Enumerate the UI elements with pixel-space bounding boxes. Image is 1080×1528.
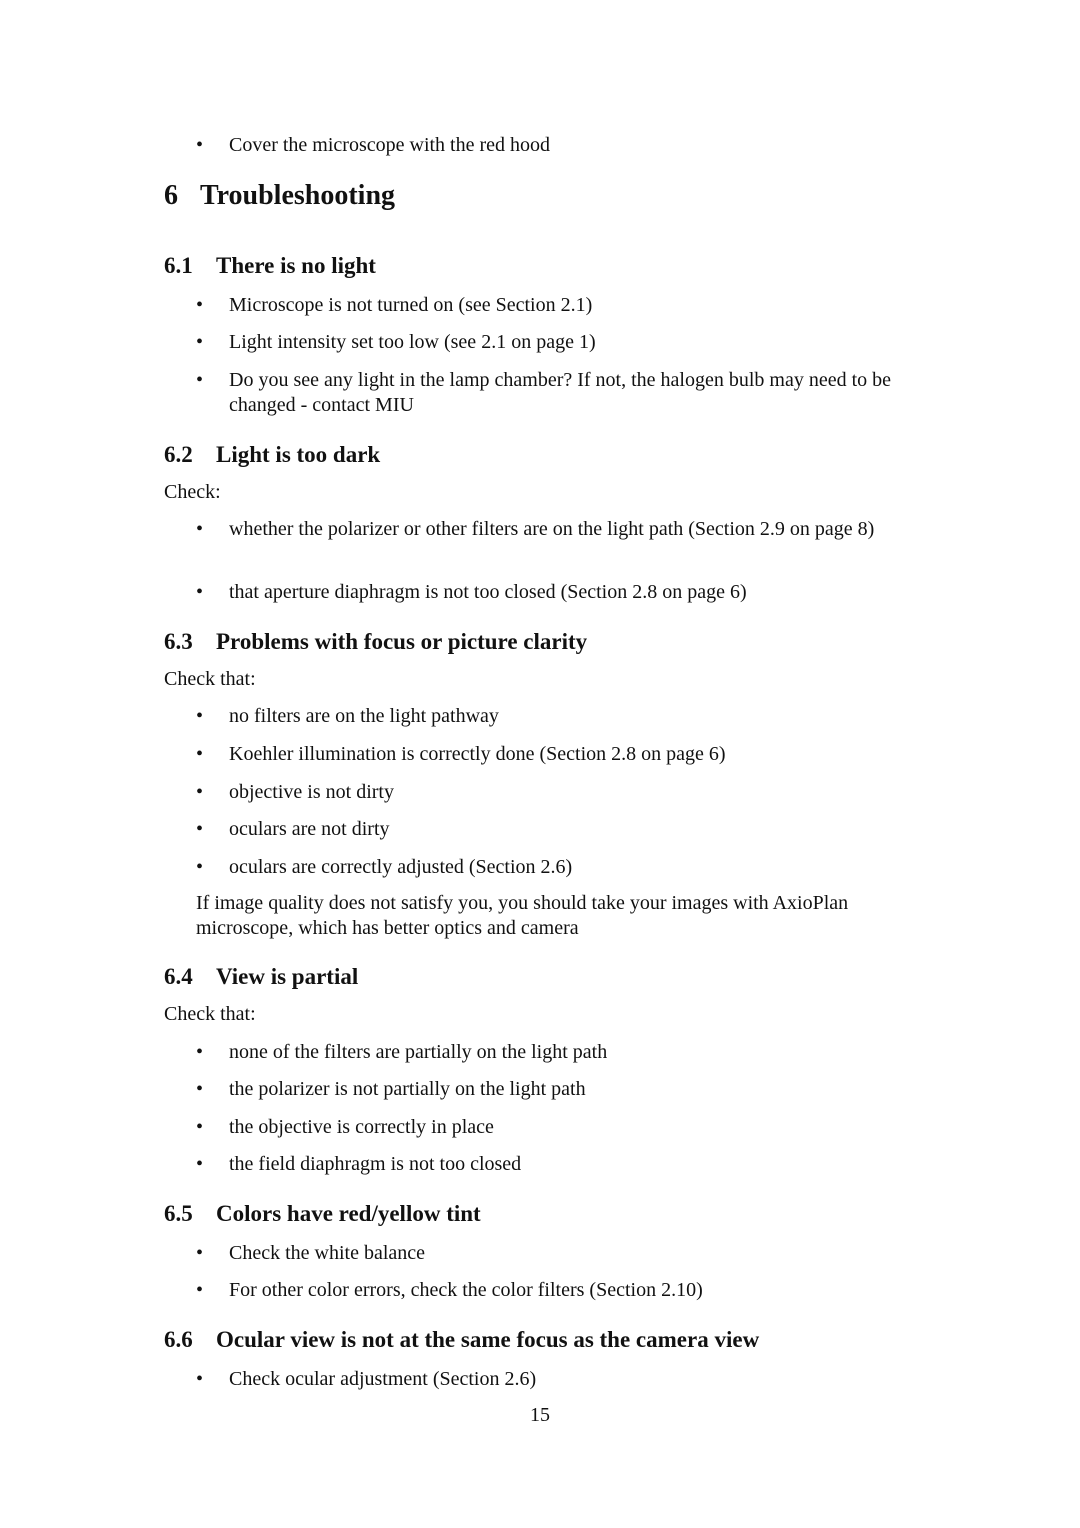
list-item-text: objective is not dirty xyxy=(229,781,394,803)
bullet-icon: • xyxy=(196,1153,204,1175)
list-item-text: Koehler illumination is correctly done (… xyxy=(229,743,726,765)
list-item-text: Cover the microscope with the red hood xyxy=(229,134,551,156)
section-heading: 6.3 Problems with focus or picture clarit… xyxy=(164,628,587,656)
section-heading: 6.1 There is no light xyxy=(164,252,376,280)
bullet-icon: • xyxy=(196,743,204,765)
bullet-icon: • xyxy=(196,705,204,727)
bullet-icon: • xyxy=(196,856,204,878)
chapter-heading: 6 Troubleshooting xyxy=(164,179,395,213)
section-number: 6.6 xyxy=(164,1327,193,1352)
section-note: If image quality does not satisfy you, y… xyxy=(196,892,849,939)
section-title: Problems with focus or picture clarity xyxy=(216,629,588,654)
list-item-text: none of the filters are partially on the… xyxy=(229,1041,608,1063)
bullet-icon: • xyxy=(196,331,204,353)
section-number: 6.4 xyxy=(164,964,193,989)
list-item-text: Check the white balance xyxy=(229,1242,426,1264)
section-title: Colors have red/yellow tint xyxy=(216,1201,481,1226)
bullet-icon: • xyxy=(196,581,204,603)
bullet-icon: • xyxy=(196,818,204,840)
list-item-text: oculars are correctly adjusted (Section … xyxy=(229,856,573,878)
list-item-text: whether the polarizer or other filters a… xyxy=(229,518,875,540)
bullet-icon: • xyxy=(196,1368,204,1390)
document-page: • Cover the microscope with the red hood… xyxy=(0,0,1080,1528)
section-heading: 6.6 Ocular view is not at the same focus … xyxy=(164,1326,759,1354)
bullet-icon: • xyxy=(196,781,204,803)
list-item-text: the field diaphragm is not too closed xyxy=(229,1153,522,1175)
list-item-text: Light intensity set too low (see 2.1 on … xyxy=(229,331,596,353)
bullet-icon: • xyxy=(196,518,204,540)
list-item-text: the polarizer is not partially on the li… xyxy=(229,1078,586,1100)
section-intro: Check that: xyxy=(164,1003,256,1025)
list-item-text: Microscope is not turned on (see Section… xyxy=(229,294,593,316)
section-title: View is partial xyxy=(216,964,359,989)
bullet-icon: • xyxy=(196,1078,204,1100)
section-title: Ocular view is not at the same focus as … xyxy=(216,1327,760,1352)
section-intro: Check that: xyxy=(164,668,256,690)
section-number: 6.2 xyxy=(164,442,193,467)
section-number: 6.1 xyxy=(164,253,193,278)
list-item-text: the objective is correctly in place xyxy=(229,1116,494,1138)
section-heading: 6.5 Colors have red/yellow tint xyxy=(164,1200,481,1228)
bullet-icon: • xyxy=(196,1116,204,1138)
list-item-text: oculars are not dirty xyxy=(229,818,390,840)
list-item-text: that aperture diaphragm is not too close… xyxy=(229,581,747,603)
bullet-icon: • xyxy=(196,1279,204,1301)
section-title: Light is too dark xyxy=(216,442,381,467)
chapter-title: Troubleshooting xyxy=(200,180,396,211)
bullet-icon: • xyxy=(196,1242,204,1264)
section-number: 6.3 xyxy=(164,629,193,654)
section-title: There is no light xyxy=(216,253,376,278)
list-item-text: no filters are on the light pathway xyxy=(229,705,499,727)
section-heading: 6.2 Light is too dark xyxy=(164,441,380,469)
section-number: 6.5 xyxy=(164,1201,193,1226)
bullet-icon: • xyxy=(196,369,204,391)
list-item-text: For other color errors, check the color … xyxy=(229,1279,703,1301)
bullet-icon: • xyxy=(196,1041,204,1063)
section-heading: 6.4 View is partial xyxy=(164,963,358,991)
chapter-number: 6 xyxy=(164,180,178,211)
list-item-text: Check ocular adjustment (Section 2.6) xyxy=(229,1368,537,1390)
list-item-text: Do you see any light in the lamp chamber… xyxy=(229,369,892,416)
page-number: 15 xyxy=(530,1404,550,1426)
bullet-icon: • xyxy=(196,294,204,316)
section-intro: Check: xyxy=(164,481,221,503)
bullet-icon: • xyxy=(196,134,204,156)
